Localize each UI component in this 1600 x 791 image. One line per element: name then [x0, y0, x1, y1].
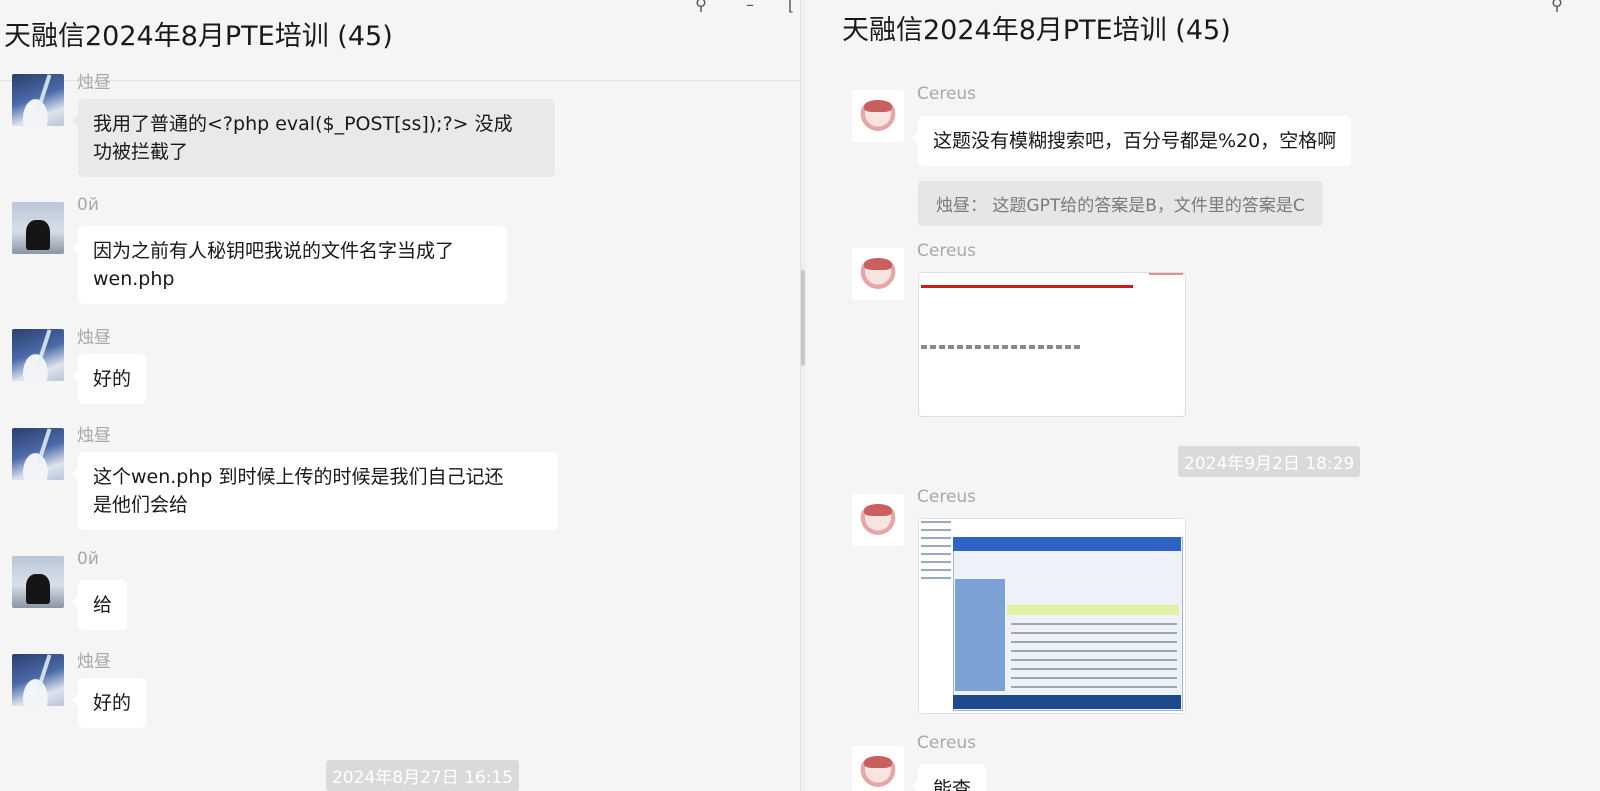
message-bubble[interactable]: 我用了普通的<?php eval($_POST[ss]);?> 没成 功被拦截了 [72, 99, 555, 177]
message-line: 好的 [93, 692, 132, 714]
quoted-reply[interactable]: 烛昼： 这题GPT给的答案是B，文件里的答案是C [918, 181, 1323, 226]
sender-name: 0й [77, 195, 99, 215]
sender-name: Cereus [917, 84, 977, 104]
message-line: 能查 [933, 778, 972, 791]
image-detail [921, 285, 1133, 288]
chat-title: 天融信2024年8月PTE培训 (45) [842, 15, 1231, 46]
avatar[interactable] [852, 248, 904, 300]
message-line: 是他们会给 [93, 494, 189, 516]
chat-title: 天融信2024年8月PTE培训 (45) [4, 21, 393, 52]
message-line: 这个wen.php 到时候上传的时候是我们自己记还 [93, 466, 504, 488]
avatar[interactable] [12, 556, 64, 608]
message-bubble[interactable]: 这个wen.php 到时候上传的时候是我们自己记还 是他们会给 [72, 452, 558, 530]
avatar[interactable] [12, 428, 64, 480]
image-message[interactable] [918, 518, 1186, 714]
avatar[interactable] [12, 654, 64, 706]
sender-name: 0й [77, 549, 99, 569]
sender-name: Cereus [917, 241, 977, 261]
scrollbar-thumb[interactable] [801, 270, 805, 366]
message-line: 好的 [93, 368, 132, 390]
image-detail [955, 579, 1005, 691]
image-detail [1011, 623, 1177, 693]
message-line: 这题没有模糊搜索吧，百分号都是%20，空格啊 [933, 130, 1337, 152]
pin-icon[interactable]: ⚲ [1546, 0, 1568, 16]
avatar[interactable] [852, 494, 904, 546]
avatar[interactable] [12, 74, 64, 126]
image-detail [953, 695, 1181, 709]
chat-header: 天融信2024年8月PTE培训 (45) ⚲ [806, 0, 1600, 70]
message-bubble[interactable]: 给 [71, 580, 128, 630]
sender-name: 烛昼 [77, 73, 111, 93]
message-line: 我用了普通的<?php eval($_POST[ss]);?> 没成 [93, 113, 513, 135]
message-line: 给 [93, 594, 113, 616]
message-line: 因为之前有人秘钥吧我说的文件名字当成了 [93, 240, 455, 262]
avatar[interactable] [852, 90, 904, 142]
message-line: wen.php [93, 268, 175, 290]
sender-name: 烛昼 [77, 426, 111, 446]
message-bubble[interactable]: 好的 [71, 678, 147, 728]
avatar[interactable] [12, 329, 64, 381]
image-detail [921, 521, 951, 581]
image-detail [953, 537, 1181, 551]
image-message[interactable] [918, 272, 1186, 417]
avatar[interactable] [12, 202, 64, 254]
image-detail [1007, 605, 1179, 615]
message-bubble[interactable]: 好的 [71, 354, 147, 404]
left-chat-pane[interactable]: 天融信2024年8月PTE培训 (45) ⚲ – [ 烛昼 我用了普通的<?ph… [0, 0, 800, 791]
maximize-icon[interactable]: [ [780, 0, 800, 16]
message-bubble[interactable]: 因为之前有人秘钥吧我说的文件名字当成了 wen.php [72, 226, 507, 304]
image-detail [921, 345, 1081, 349]
pin-icon[interactable]: ⚲ [690, 0, 712, 16]
avatar[interactable] [852, 746, 904, 791]
message-bubble[interactable]: 这题没有模糊搜索吧，百分号都是%20，空格啊 [911, 116, 1352, 166]
sender-name: 烛昼 [77, 328, 111, 348]
minimize-icon[interactable]: – [739, 0, 761, 16]
chat-header: 天融信2024年8月PTE培训 (45) ⚲ – [ [0, 0, 800, 81]
chat-app: 天融信2024年8月PTE培训 (45) ⚲ – [ 烛昼 我用了普通的<?ph… [0, 0, 1600, 791]
right-chat-pane[interactable]: 天融信2024年8月PTE培训 (45) ⚲ Cereus 这题没有模糊搜索吧，… [806, 0, 1600, 791]
image-detail [1149, 273, 1183, 275]
message-line: 功被拦截了 [93, 141, 189, 163]
sender-name: Cereus [917, 487, 977, 507]
date-divider: 2024年9月2日 18:29 [1178, 446, 1361, 477]
sender-name: 烛昼 [77, 652, 111, 672]
sender-name: Cereus [917, 733, 977, 753]
date-divider: 2024年8月27日 16:15 [326, 760, 520, 791]
message-bubble[interactable]: 能查 [911, 764, 987, 791]
